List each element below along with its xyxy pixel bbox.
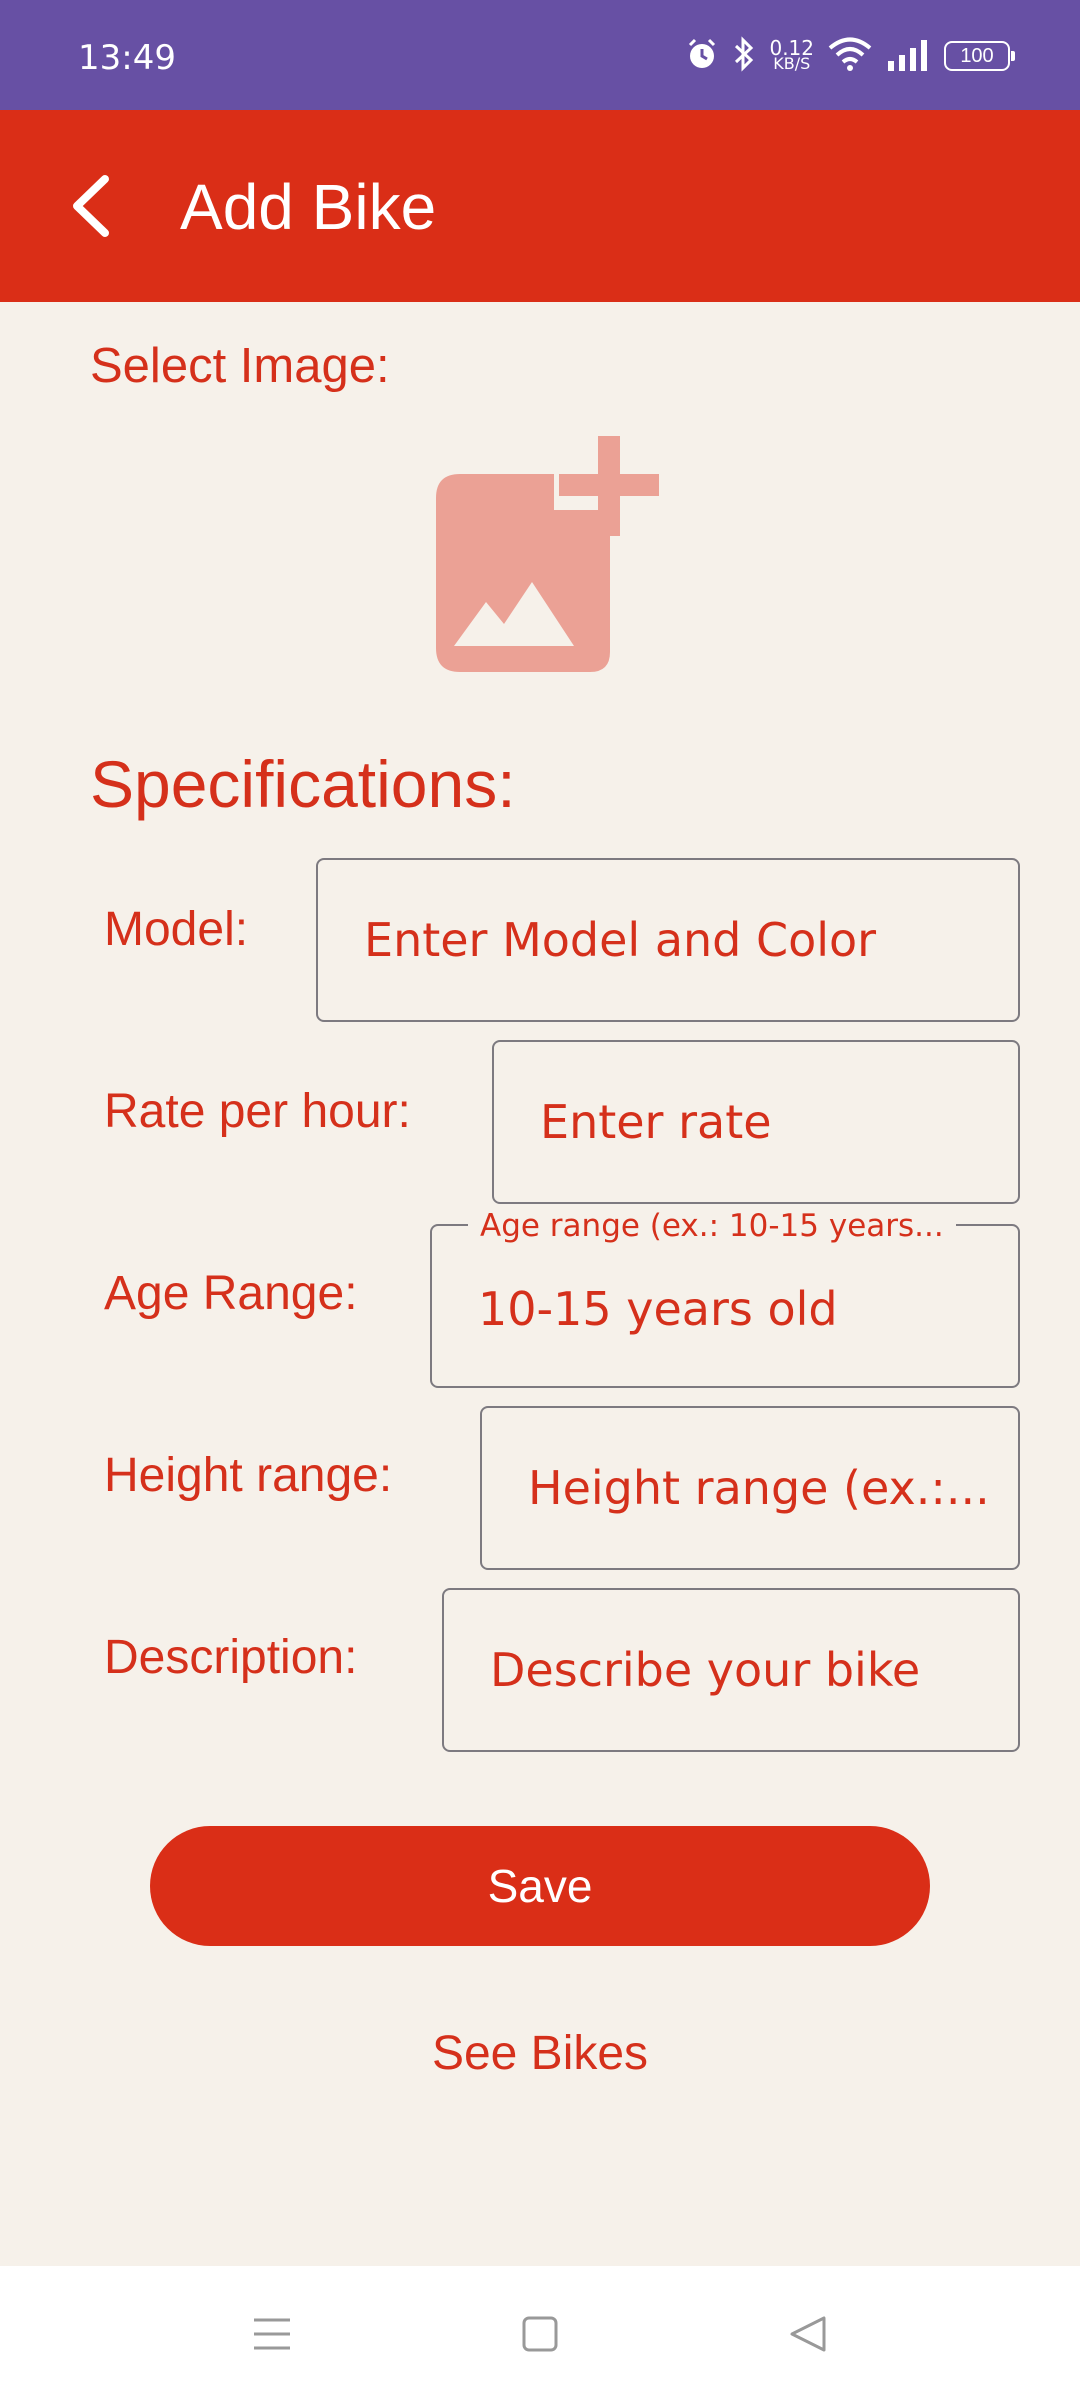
age-range-input[interactable] (432, 1226, 1018, 1386)
net-speed: 0.12 KB/S (769, 38, 814, 73)
see-bikes-link[interactable]: See Bikes (0, 2026, 1080, 2081)
nav-back-button[interactable] (778, 2304, 838, 2364)
back-icon (790, 2316, 826, 2352)
age-range-label: Age Range: (104, 1267, 358, 1320)
model-input[interactable] (318, 860, 1018, 1020)
page-title: Add Bike (180, 171, 437, 243)
back-button[interactable] (50, 166, 130, 246)
status-bar: 13:49 0.12 KB/S 100 (0, 0, 1080, 110)
specifications-title: Specifications: (90, 747, 516, 821)
status-icons: 0.12 KB/S 100 (685, 35, 1015, 77)
rate-field-container (492, 1040, 1020, 1204)
age-range-floating-label: Age range (ex.: 10-15 years... (468, 1208, 956, 1244)
model-label: Model: (104, 903, 249, 956)
height-range-field-container (480, 1406, 1020, 1570)
description-input[interactable] (444, 1590, 1018, 1750)
home-icon (522, 2316, 558, 2352)
height-range-label: Height range: (104, 1449, 393, 1502)
status-time: 13:49 (78, 38, 176, 78)
add-photo-icon (436, 436, 659, 672)
select-image-button[interactable] (424, 432, 670, 678)
menu-icon (254, 2318, 290, 2350)
battery-icon: 100 (944, 41, 1015, 71)
signal-icon (886, 37, 930, 76)
bluetooth-icon (733, 35, 755, 77)
home-button[interactable] (510, 2304, 570, 2364)
menu-button[interactable] (242, 2304, 302, 2364)
model-field-container (316, 858, 1020, 1022)
wifi-icon (828, 37, 872, 76)
navigation-bar (0, 2266, 1080, 2400)
description-field-container (442, 1588, 1020, 1752)
save-button[interactable]: Save (150, 1826, 930, 1946)
description-label: Description: (104, 1631, 358, 1684)
rate-input[interactable] (494, 1042, 1018, 1202)
select-image-label: Select Image: (90, 339, 390, 393)
rate-label: Rate per hour: (104, 1085, 411, 1138)
age-range-field-container: Age range (ex.: 10-15 years... (430, 1208, 1020, 1388)
net-speed-unit: KB/S (773, 54, 811, 73)
app-bar: Add Bike (0, 110, 1080, 302)
back-arrow-icon (73, 175, 109, 237)
alarm-icon (685, 37, 719, 76)
height-range-input[interactable] (482, 1408, 1018, 1568)
